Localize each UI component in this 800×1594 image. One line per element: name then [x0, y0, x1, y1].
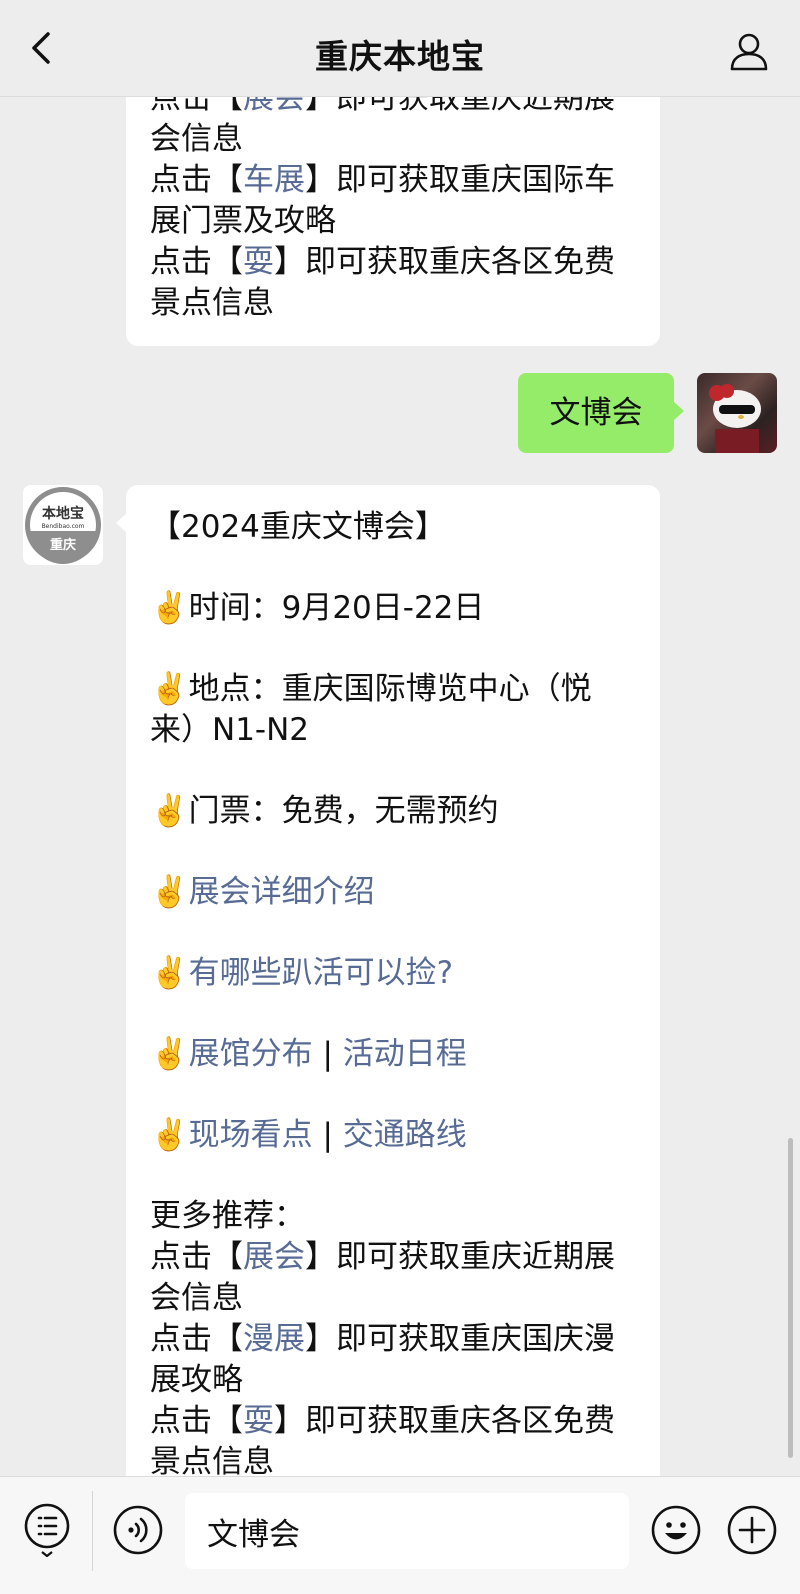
message-line: 来）N1-N2 — [150, 710, 636, 751]
message-line: ✌️地点：重庆国际博览中心（悦 — [150, 669, 636, 710]
message-line: ✌️展馆分布 | 活动日程 — [150, 1034, 636, 1075]
message-text: 点击【 — [150, 162, 243, 198]
message-link[interactable]: 现场看点 — [189, 1117, 313, 1153]
scrollbar[interactable] — [788, 1138, 793, 1458]
message-text: ✌️ — [150, 874, 189, 910]
message-text: 会信息 — [150, 1280, 243, 1316]
message-link[interactable]: 耍 — [243, 1403, 274, 1439]
message-line: 【2024重庆文博会】 — [150, 507, 636, 548]
plus-icon[interactable] — [726, 1504, 778, 1556]
user-avatar[interactable] — [697, 373, 777, 453]
message-text: 会信息 — [150, 121, 243, 157]
message-text: ✌️ — [150, 1117, 189, 1153]
message-link[interactable]: 耍 — [243, 244, 274, 280]
message-text: 景点信息 — [150, 285, 274, 321]
message-link[interactable]: 展馆分布 — [189, 1036, 313, 1072]
user-message-bubble[interactable]: 文博会 — [518, 373, 684, 453]
message-text: | — [312, 1117, 343, 1153]
message-text: 点击【 — [150, 1239, 243, 1275]
message-text: ✌️ — [150, 955, 189, 991]
message-link[interactable]: 车展 — [243, 162, 305, 198]
message-text: | — [312, 1036, 343, 1072]
bot-avatar-subtitle: Bendibao.com — [42, 523, 85, 530]
message-text: 】即可获取重庆近期展 — [305, 96, 615, 116]
message-line: ✌️现场看点 | 交通路线 — [150, 1115, 636, 1156]
message-line: 会信息 — [150, 119, 636, 160]
chat-message-list[interactable]: 点击【展会】即可获取重庆近期展 会信息 点击【车展】即可获取重庆国际车 展门票及攻略点… — [0, 96, 800, 1476]
message-line: ✌️有哪些趴活可以捡? — [150, 953, 636, 994]
bot-avatar[interactable]: 本地宝 Bendibao.com 重庆 — [23, 485, 103, 565]
top-navigation-bar: 重庆本地宝 — [0, 0, 800, 97]
message-text: 点击【 — [150, 244, 243, 280]
user-icon[interactable] — [728, 30, 770, 72]
message-text: 点击【 — [150, 96, 243, 116]
message-line: ✌️时间：9月20日-22日 — [150, 588, 636, 629]
message-line: 点击【耍】即可获取重庆各区免费 — [150, 1401, 636, 1442]
message-line: 点击【展会】即可获取重庆近期展 — [150, 1237, 636, 1278]
divider — [92, 1491, 93, 1571]
message-line: ✌️门票：免费，无需预约 — [150, 791, 636, 832]
bot-avatar-title: 本地宝 — [42, 505, 84, 522]
message-link[interactable]: 有哪些趴活可以捡? — [189, 955, 453, 991]
message-link[interactable]: 展会 — [243, 1239, 305, 1275]
previous-bot-message: 点击【展会】即可获取重庆近期展 会信息 点击【车展】即可获取重庆国际车 展门票及攻略点… — [126, 96, 660, 346]
message-text: 【2024重庆文博会】 — [150, 509, 446, 545]
message-text: ✌️门票：免费，无需预约 — [150, 793, 499, 829]
message-link[interactable]: 交通路线 — [343, 1117, 467, 1153]
message-text: 景点信息 — [150, 1444, 274, 1476]
message-text: ✌️时间：9月20日-22日 — [150, 590, 485, 626]
menu-list-icon[interactable] — [22, 1501, 72, 1558]
message-link[interactable]: 活动日程 — [343, 1036, 467, 1072]
message-text: 更多推荐： — [150, 1198, 305, 1234]
message-text: 】即可获取重庆各区免费 — [274, 1403, 615, 1439]
message-text: 展攻略 — [150, 1362, 243, 1398]
message-input-bar — [0, 1476, 800, 1594]
message-text: 】即可获取重庆国际车 — [305, 162, 615, 198]
message-text: ✌️地点：重庆国际博览中心（悦 — [150, 671, 592, 707]
message-line: 点击【展会】即可获取重庆近期展 — [150, 96, 636, 119]
message-input[interactable] — [185, 1493, 629, 1569]
message-line: 点击【车展】即可获取重庆国际车 — [150, 160, 636, 201]
message-text: 展门票及攻略 — [150, 203, 336, 239]
message-line: 更多推荐： — [150, 1196, 636, 1237]
message-text: 来）N1-N2 — [150, 712, 310, 748]
message-line: 景点信息 — [150, 1442, 636, 1476]
message-line: 景点信息 — [150, 283, 636, 324]
message-text: 】即可获取重庆近期展 — [305, 1239, 615, 1275]
bot-avatar-city: 重庆 — [50, 537, 76, 553]
message-line: 展门票及攻略 — [150, 201, 636, 242]
voice-icon[interactable] — [112, 1504, 164, 1556]
message-text: 】即可获取重庆国庆漫 — [305, 1321, 615, 1357]
message-line: 会信息 — [150, 1278, 636, 1319]
message-text: 点击【 — [150, 1403, 243, 1439]
message-line: 点击【漫展】即可获取重庆国庆漫 — [150, 1319, 636, 1360]
emoji-icon[interactable] — [650, 1504, 702, 1556]
message-text: 】即可获取重庆各区免费 — [274, 244, 615, 280]
message-text: 点击【 — [150, 1321, 243, 1357]
bot-reply-message: 【2024重庆文博会】 ✌️时间：9月20日-22日 ✌️地点：重庆国际博览中心（悦… — [116, 485, 660, 1476]
message-link[interactable]: 漫展 — [243, 1321, 305, 1357]
message-link[interactable]: 展会详细介绍 — [189, 874, 375, 910]
page-title: 重庆本地宝 — [315, 37, 485, 76]
message-line: 点击【耍】即可获取重庆各区免费 — [150, 242, 636, 283]
message-link[interactable]: 展会 — [243, 96, 305, 116]
message-line: 展攻略 — [150, 1360, 636, 1401]
message-line: ✌️展会详细介绍 — [150, 872, 636, 913]
message-text: ✌️ — [150, 1036, 189, 1072]
